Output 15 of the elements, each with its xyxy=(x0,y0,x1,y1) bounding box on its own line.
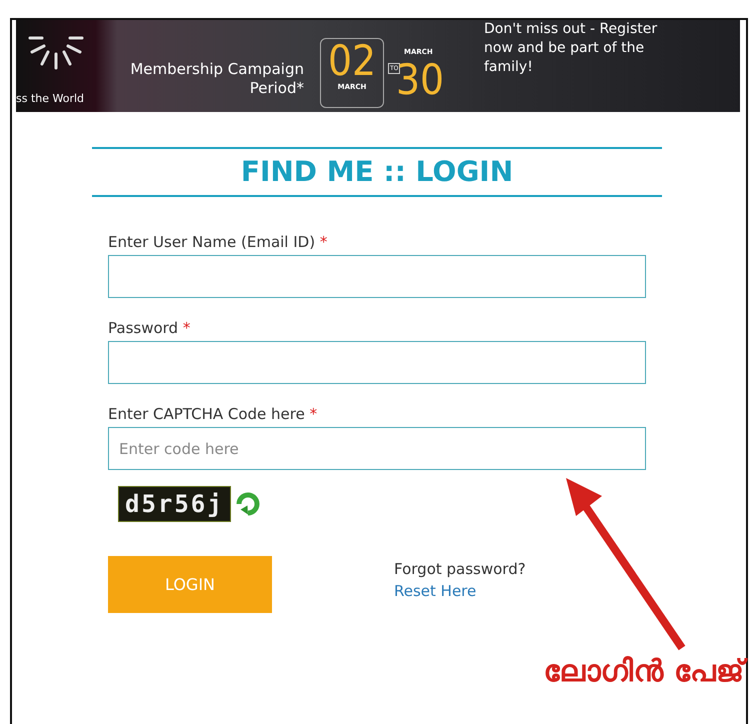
reset-link[interactable]: Reset Here xyxy=(394,582,526,600)
input-field[interactable]: Enter code here xyxy=(108,427,646,470)
field-label: Password * xyxy=(108,319,192,337)
field-label: Enter User Name (Email ID) * xyxy=(108,233,328,251)
input-field[interactable] xyxy=(108,341,646,384)
refresh-icon[interactable] xyxy=(234,491,261,517)
forgot-text: Forgot password? xyxy=(394,560,526,578)
captcha-image: d5r56j xyxy=(118,486,231,522)
promo-text: Don't miss out - Register now and be part of the family! xyxy=(484,20,658,77)
campaign-label: Membership Campaign Period* xyxy=(129,60,304,98)
form-title: FIND ME :: LOGIN xyxy=(92,147,662,197)
banner-caption: ss the World xyxy=(16,92,84,105)
field-label: Enter CAPTCHA Code here * xyxy=(108,405,318,423)
start-day: 02 xyxy=(328,39,376,83)
input-field[interactable] xyxy=(108,255,646,298)
